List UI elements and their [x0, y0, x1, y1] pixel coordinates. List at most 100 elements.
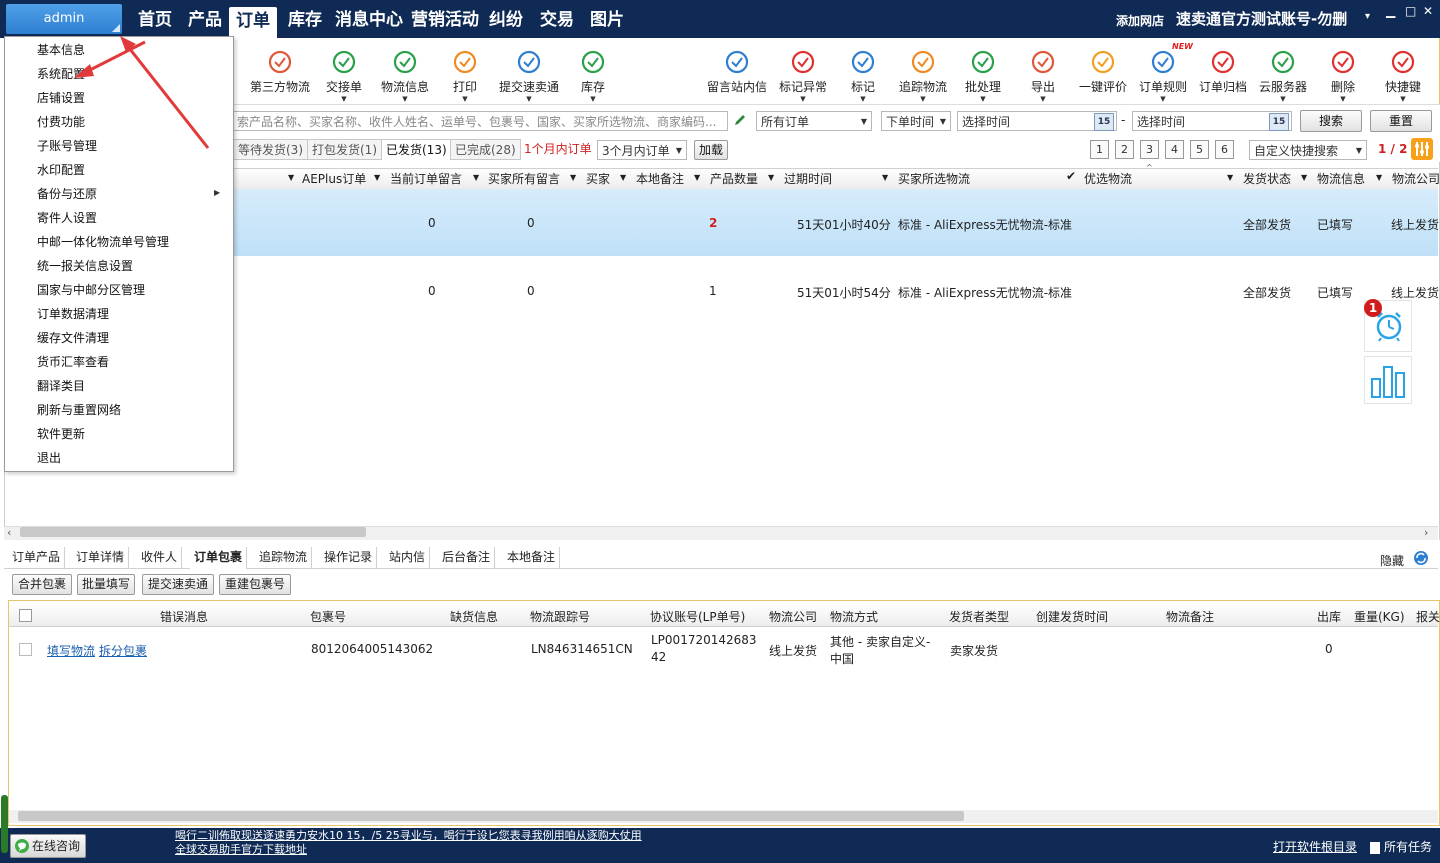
- chevron-down-icon[interactable]: ▼: [374, 173, 380, 182]
- menu-item[interactable]: 退出: [37, 449, 61, 466]
- reset-button[interactable]: 重置: [1370, 110, 1432, 132]
- nav-marketing[interactable]: 营销活动: [409, 6, 481, 34]
- row-checkbox[interactable]: [19, 643, 32, 656]
- toolbar-button-rules[interactable]: 订单规则 ▼: [1130, 48, 1196, 103]
- col-expire[interactable]: 过期时间: [784, 170, 832, 187]
- hide-panel-link[interactable]: 隐藏: [1380, 552, 1404, 569]
- chevron-down-icon[interactable]: ▼: [882, 173, 888, 182]
- package-scroll-thumb[interactable]: [18, 811, 964, 821]
- chevron-down-icon[interactable]: ▼: [620, 173, 626, 182]
- toolbar-button-archive[interactable]: 订单归档: [1190, 48, 1256, 95]
- chevron-down-icon[interactable]: ▼: [1376, 173, 1382, 182]
- col-error-msg[interactable]: 错误消息: [160, 608, 208, 625]
- chevron-down-icon[interactable]: ▼: [288, 173, 294, 182]
- news-ticker[interactable]: 喝行二训佈取现送逐速勇力安水10 15，/5 25寻业与，喝行于设匕您表寻我例用…: [175, 829, 715, 859]
- all-tasks-button[interactable]: 所有任务: [1370, 838, 1432, 855]
- menu-item[interactable]: 统一报关信息设置: [37, 257, 133, 274]
- nav-message-center[interactable]: 消息中心: [333, 6, 405, 34]
- tab-order-details[interactable]: 订单详情: [72, 547, 130, 568]
- col-company[interactable]: 物流公司: [1392, 170, 1440, 187]
- col-local-note[interactable]: 本地备注: [636, 170, 684, 187]
- col-qty[interactable]: 产品数量: [710, 170, 758, 187]
- menu-item[interactable]: 翻译类目: [37, 377, 85, 394]
- chevron-down-icon[interactable]: ▼: [1227, 173, 1233, 182]
- menu-item[interactable]: 订单数据清理: [37, 305, 109, 322]
- date-to-input[interactable]: 选择时间 15: [1132, 111, 1292, 131]
- chevron-down-icon[interactable]: ▼: [570, 173, 576, 182]
- quick-search-select[interactable]: 自定义快捷搜索 ▼: [1249, 140, 1367, 160]
- minimize-icon[interactable]: ▁: [1386, 4, 1395, 18]
- toolbar-button-printer[interactable]: 打印 ▼: [432, 48, 498, 103]
- toolbar-button-rocket[interactable]: 第三方物流: [247, 48, 313, 95]
- submit-aliexpress-button[interactable]: 提交速卖通: [142, 574, 214, 595]
- load-button[interactable]: 加载: [694, 140, 728, 160]
- col-buyer-logistics[interactable]: 买家所选物流: [898, 170, 970, 187]
- scroll-left-icon[interactable]: ‹: [7, 526, 11, 539]
- toolbar-button-blue-flag[interactable]: 标记 ▼: [830, 48, 896, 103]
- tab-local-note[interactable]: 本地备注: [503, 547, 561, 568]
- tab-order-products[interactable]: 订单产品: [8, 547, 66, 568]
- calendar-icon[interactable]: 15: [1094, 113, 1114, 131]
- scroll-right-icon[interactable]: ›: [1424, 526, 1428, 539]
- toolbar-button-red-flag[interactable]: 标记异常 ▼: [770, 48, 836, 103]
- nav-trade[interactable]: 交易: [538, 6, 576, 34]
- toolbar-button-cloud[interactable]: 云服务器 ▼: [1250, 48, 1316, 103]
- account-dropdown-icon[interactable]: ▾: [1365, 11, 1370, 22]
- grid-scroll-thumb[interactable]: [20, 527, 366, 537]
- toolbar-button-exchange-arrows[interactable]: 交接单 ▼: [311, 48, 377, 103]
- col-log-info[interactable]: 物流信息: [1317, 170, 1365, 187]
- tab-order-package[interactable]: 订单包裹: [190, 547, 248, 570]
- page-button-3[interactable]: 3: [1140, 140, 1159, 159]
- merge-package-button[interactable]: 合并包裹: [12, 574, 72, 595]
- col-customs[interactable]: 报关: [1416, 608, 1440, 625]
- fill-logistics-link[interactable]: 填写物流: [47, 642, 95, 659]
- date-from-input[interactable]: 选择时间 15: [957, 111, 1117, 131]
- side-slider[interactable]: [1, 795, 8, 853]
- toolbar-button-lightning[interactable]: 快捷键 ▼: [1370, 48, 1436, 103]
- col-buyer[interactable]: 买家: [586, 170, 610, 187]
- add-shop-link[interactable]: 添加网店: [1116, 12, 1164, 29]
- range-one-month[interactable]: 1个月内订单: [520, 139, 596, 160]
- toolbar-button-chat-bubble[interactable]: 留言站内信: [704, 48, 770, 95]
- split-package-link[interactable]: 拆分包裹: [99, 642, 147, 659]
- col-ship-status[interactable]: 发货状态: [1243, 170, 1291, 187]
- menu-item[interactable]: 软件更新: [37, 425, 85, 442]
- col-aeplus[interactable]: AEPlus订单: [302, 170, 366, 187]
- col-log-method[interactable]: 物流方式: [830, 608, 878, 625]
- col-current-msg[interactable]: 当前订单留言: [390, 170, 462, 187]
- col-preferred-logistics[interactable]: 优选物流: [1084, 170, 1132, 187]
- col-log-company[interactable]: 物流公司: [769, 608, 817, 625]
- batch-fill-button[interactable]: 批量填写: [77, 574, 135, 595]
- page-button-4[interactable]: 4: [1165, 140, 1184, 159]
- nav-order[interactable]: 订单: [229, 7, 277, 38]
- page-button-5[interactable]: 5: [1190, 140, 1209, 159]
- col-all-msg[interactable]: 买家所有留言: [488, 170, 560, 187]
- checkmark-icon[interactable]: ✔: [1066, 169, 1076, 183]
- nav-inventory[interactable]: 库存: [286, 6, 324, 34]
- menu-item[interactable]: 刷新与重置网络: [37, 401, 121, 418]
- page-button-2[interactable]: 2: [1115, 140, 1134, 159]
- page-button-1[interactable]: 1: [1090, 140, 1109, 159]
- chevron-down-icon[interactable]: ▼: [694, 173, 700, 182]
- chevron-down-icon[interactable]: ▼: [473, 173, 479, 182]
- col-stockout[interactable]: 缺货信息: [450, 608, 498, 625]
- keyword-search-input[interactable]: 索产品名称、买家名称、收件人姓名、运单号、包裹号、国家、买家所选物流、商家编码.…: [232, 111, 728, 131]
- col-shipper-type[interactable]: 发货者类型: [949, 608, 1009, 625]
- statistics-widget[interactable]: [1364, 356, 1412, 404]
- toolbar-button-review[interactable]: 一键评价: [1070, 48, 1136, 95]
- toolbar-button-batch-edit[interactable]: 批处理 ▼: [950, 48, 1016, 103]
- menu-item[interactable]: 中邮一体化物流单号管理: [37, 233, 169, 250]
- chevron-down-icon[interactable]: ▼: [768, 173, 774, 182]
- open-root-dir-link[interactable]: 打开软件根目录: [1273, 838, 1357, 855]
- edit-icon[interactable]: [733, 113, 747, 127]
- tab-waiting-ship[interactable]: 等待发货(3): [233, 139, 308, 160]
- menu-item[interactable]: 寄件人设置: [37, 209, 97, 226]
- tab-shipped[interactable]: 已发货(13): [381, 139, 452, 160]
- col-lp-no[interactable]: 协议账号(LP单号): [650, 608, 745, 625]
- range-select[interactable]: 3个月内订单 ▼: [597, 140, 687, 160]
- toolbar-button-document[interactable]: 提交速卖通 ▼: [496, 48, 562, 103]
- tab-completed[interactable]: 已完成(28): [450, 139, 521, 160]
- col-create-time[interactable]: 创建发货时间: [1036, 608, 1108, 625]
- menu-item[interactable]: 水印配置: [37, 161, 85, 178]
- toolbar-button-pencil[interactable]: 物流信息 ▼: [372, 48, 438, 103]
